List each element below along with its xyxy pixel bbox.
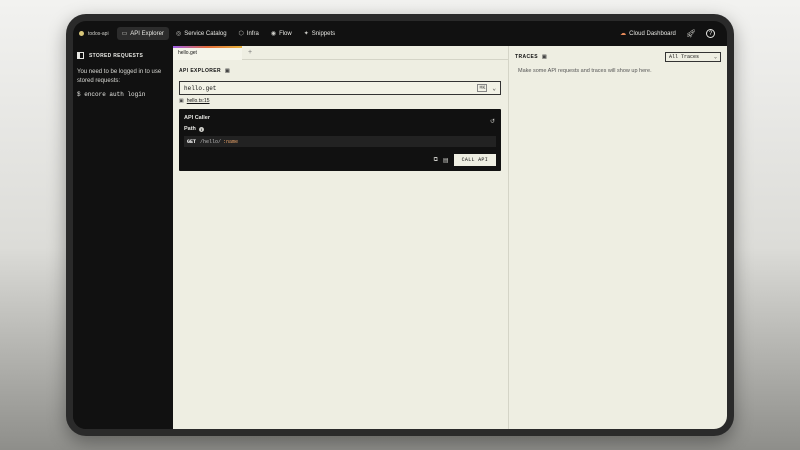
path-label: Path xyxy=(184,126,196,132)
traces-filter-value: All Traces xyxy=(669,54,700,60)
reset-icon[interactable]: ↺ xyxy=(490,118,495,125)
sidebar-header: STORED REQUESTS xyxy=(77,52,169,59)
nav-label: Snippets xyxy=(311,30,336,37)
chevron-down-icon: ⌄ xyxy=(492,84,496,92)
docs-icon[interactable]: ▣ xyxy=(225,68,230,74)
app-name: todos-api xyxy=(88,30,109,37)
nav-right-group: ☁ Cloud Dashboard 🚀︎ ? xyxy=(620,29,721,38)
path-input[interactable]: GET /hello/ :name xyxy=(184,136,496,147)
traces-panel: TRACES ▣ All Traces ⌄ Make some API requ… xyxy=(508,46,727,429)
cloud-dashboard-label: Cloud Dashboard xyxy=(629,30,676,37)
nav-item-flow[interactable]: ◉ Flow xyxy=(266,27,297,40)
nav-label: API Explorer xyxy=(130,30,164,37)
app-status-dot xyxy=(79,31,84,36)
traces-filter-select[interactable]: All Traces ⌄ xyxy=(665,52,721,62)
call-api-button[interactable]: CALL API xyxy=(453,154,496,166)
top-navigation: todos-api ▭ API Explorer ◎ Service Catal… xyxy=(73,21,727,46)
stored-requests-sidebar: STORED REQUESTS You need to be logged in… xyxy=(73,46,173,429)
info-icon[interactable]: i xyxy=(198,126,204,132)
traces-empty-message: Make some API requests and traces will s… xyxy=(518,68,652,74)
caller-actions: ⧉ ▤ CALL API xyxy=(434,154,496,166)
api-explorer-heading: API EXPLORER ▣ xyxy=(179,68,501,74)
cloud-icon: ☁ xyxy=(620,31,627,37)
nav-item-api-explorer[interactable]: ▭ API Explorer xyxy=(116,27,169,40)
endpoint-selector[interactable]: hello.get ⌘K ⌄ xyxy=(179,81,501,95)
nav-item-snippets[interactable]: ✦ Snippets xyxy=(299,27,340,40)
app-switcher[interactable]: todos-api xyxy=(79,31,109,37)
infra-icon: ⬡ xyxy=(238,31,244,37)
endpoint-value: hello.get xyxy=(184,84,217,92)
tab-label: hello.get xyxy=(178,50,197,56)
api-caller-title: API Caller xyxy=(184,115,210,121)
main-content: hello.get + API EXPLORER ▣ hello.get ⌘K … xyxy=(173,46,727,429)
login-required-message: You need to be logged in to use stored r… xyxy=(77,69,162,84)
source-link[interactable]: ▣ hello.ts:15 xyxy=(179,98,501,104)
rocket-icon[interactable]: 🚀︎ xyxy=(686,29,696,38)
nav-label: Flow xyxy=(279,30,292,37)
traces-title: TRACES xyxy=(515,54,538,60)
tab-hello-get[interactable]: hello.get xyxy=(173,46,242,60)
file-icon: ▣ xyxy=(179,98,184,104)
login-command: $ encore auth login xyxy=(77,91,146,98)
cloud-dashboard-link[interactable]: ☁ Cloud Dashboard xyxy=(620,30,676,38)
api-icon: ▭ xyxy=(121,31,128,37)
traces-heading: TRACES ▣ xyxy=(515,54,547,60)
path-param[interactable]: :name xyxy=(223,139,238,145)
add-tab-button[interactable]: + xyxy=(242,46,258,59)
nav-item-service-catalog[interactable]: ◎ Service Catalog xyxy=(171,27,232,40)
nav-label: Service Catalog xyxy=(184,30,227,37)
sidebar-title: STORED REQUESTS xyxy=(89,52,144,59)
nav-label: Infra xyxy=(246,30,259,37)
flow-icon: ◉ xyxy=(270,31,277,37)
request-tabs: hello.get + xyxy=(173,46,508,60)
save-icon[interactable]: ▤ xyxy=(443,157,449,164)
http-method: GET xyxy=(187,138,197,145)
docs-icon[interactable]: ▣ xyxy=(542,54,547,60)
help-icon[interactable]: ? xyxy=(706,29,715,38)
section-title: API EXPLORER xyxy=(179,68,222,74)
api-caller-panel: API Caller ↺ Path i GET /hello/ :name ⧉ … xyxy=(179,109,501,171)
catalog-icon: ◎ xyxy=(175,31,182,37)
copy-icon[interactable]: ⧉ xyxy=(434,157,438,164)
path-label-row: Path i xyxy=(184,126,496,132)
panel-toggle-icon[interactable] xyxy=(77,52,84,59)
traces-header: TRACES ▣ All Traces ⌄ xyxy=(515,52,721,62)
tablet-frame: todos-api ▭ API Explorer ◎ Service Catal… xyxy=(66,14,734,436)
chevron-down-icon: ⌄ xyxy=(713,54,717,60)
nav-item-infra[interactable]: ⬡ Infra xyxy=(234,27,264,40)
app-window: todos-api ▭ API Explorer ◎ Service Catal… xyxy=(73,21,727,429)
api-explorer-panel: API EXPLORER ▣ hello.get ⌘K ⌄ ▣ hello.ts… xyxy=(179,68,501,171)
path-base: /hello/ xyxy=(200,138,222,145)
source-link-label: hello.ts:15 xyxy=(186,98,210,104)
shortcut-badge: ⌘K xyxy=(477,84,488,92)
snippets-icon: ✦ xyxy=(303,31,309,37)
